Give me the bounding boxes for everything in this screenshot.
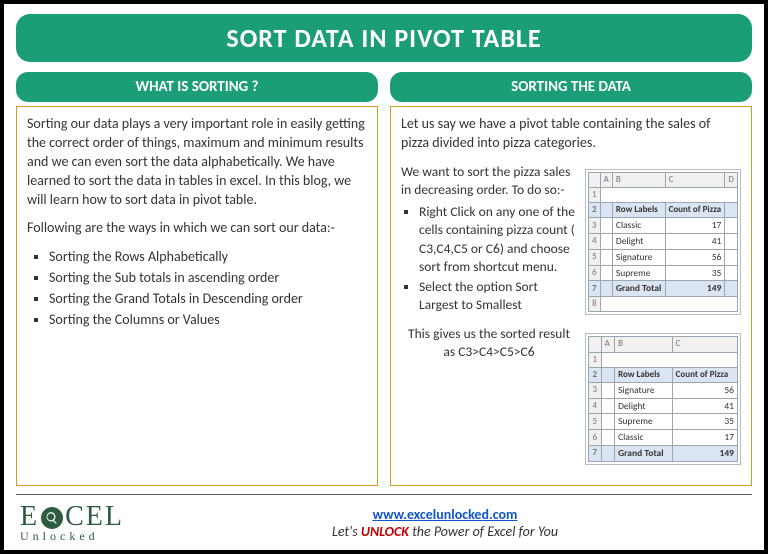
page: SORT DATA IN PIVOT TABLE WHAT IS SORTING… bbox=[0, 0, 768, 554]
right-heading: SORTING THE DATA bbox=[390, 72, 752, 102]
list-item: Right Click on any one of the cells cont… bbox=[419, 203, 577, 276]
footer: ECEL Unlocked www.excelunlocked.com Let'… bbox=[16, 494, 752, 544]
left-column: WHAT IS SORTING ? Sorting our data plays… bbox=[16, 72, 378, 486]
right-inner: We want to sort the pizza sales in decre… bbox=[401, 163, 741, 465]
left-list: Sorting the Rows Alphabetically Sorting … bbox=[27, 248, 367, 330]
list-item: Sorting the Sub totals in ascending orde… bbox=[49, 269, 367, 288]
right-list: Right Click on any one of the cells cont… bbox=[401, 203, 577, 314]
right-p2: This gives us the sorted result as C3>C4… bbox=[401, 325, 577, 361]
right-p1: We want to sort the pizza sales in decre… bbox=[401, 163, 577, 199]
columns: WHAT IS SORTING ? Sorting our data plays… bbox=[16, 72, 752, 486]
list-item: Select the option Sort Largest to Smalle… bbox=[419, 278, 577, 314]
tables: ABCD 1 2Row LabelsCount of Pizza 3Classi… bbox=[585, 163, 741, 465]
magnify-icon bbox=[41, 507, 63, 529]
right-box: Let us say we have a pivot table contain… bbox=[390, 106, 752, 486]
list-item: Sorting the Rows Alphabetically bbox=[49, 248, 367, 267]
pivot-table-sorted: ABC 1 2Row LabelsCount of Pizza 3Signatu… bbox=[585, 333, 741, 464]
left-intro: Following are the ways in which we can s… bbox=[27, 219, 367, 238]
left-para: Sorting our data plays a very important … bbox=[27, 115, 367, 209]
left-heading: WHAT IS SORTING ? bbox=[16, 72, 378, 102]
footer-text: www.excelunlocked.com Let's UNLOCK the P… bbox=[142, 506, 748, 540]
pivot-table-unsorted: ABCD 1 2Row LabelsCount of Pizza 3Classi… bbox=[585, 169, 741, 316]
left-box: Sorting our data plays a very important … bbox=[16, 106, 378, 486]
main-title: SORT DATA IN PIVOT TABLE bbox=[16, 14, 752, 62]
right-intro: Let us say we have a pivot table contain… bbox=[401, 115, 741, 153]
list-item: Sorting the Grand Totals in Descending o… bbox=[49, 290, 367, 309]
right-text: We want to sort the pizza sales in decre… bbox=[401, 163, 577, 465]
footer-link[interactable]: www.excelunlocked.com bbox=[373, 506, 518, 523]
list-item: Sorting the Columns or Values bbox=[49, 311, 367, 330]
logo: ECEL Unlocked bbox=[20, 501, 124, 544]
right-column: SORTING THE DATA Let us say we have a pi… bbox=[390, 72, 752, 486]
